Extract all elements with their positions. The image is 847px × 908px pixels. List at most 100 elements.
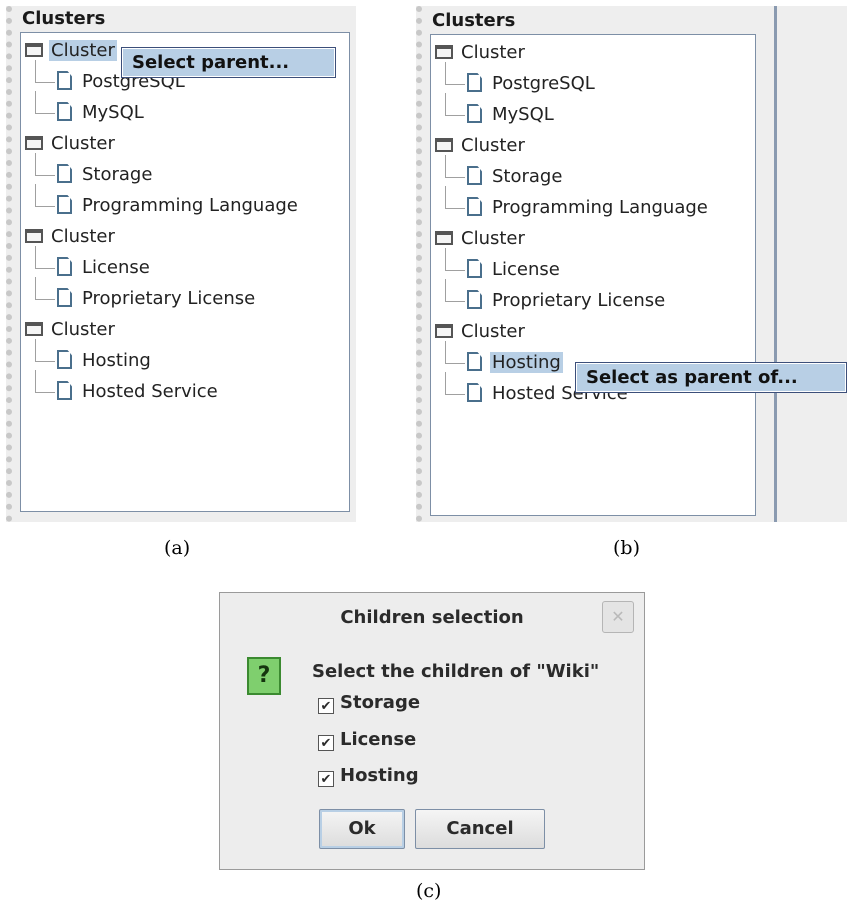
tree-node-label: Cluster: [461, 321, 525, 342]
document-icon: [467, 197, 482, 216]
checkbox-storage[interactable]: ✔ Storage: [318, 692, 420, 714]
cluster-tree-b[interactable]: Cluster PostgreSQL MySQL Cluster Storage Prog…: [430, 34, 756, 516]
tree-connector: [445, 248, 446, 270]
tree-connector: [35, 60, 36, 82]
tree-connector: [35, 206, 55, 207]
ok-button[interactable]: Ok: [319, 809, 405, 849]
folder-icon: [435, 324, 453, 338]
checkbox-license[interactable]: ✔ License: [318, 729, 416, 751]
document-icon: [467, 166, 482, 185]
tree-node-label: Storage: [82, 164, 153, 185]
tree-connector: [35, 113, 55, 114]
select-as-parent-menu-item[interactable]: Select as parent of...: [575, 362, 847, 393]
close-icon[interactable]: ✕: [602, 601, 634, 633]
checkmark-icon: ✔: [318, 698, 334, 714]
tree-node-label: Cluster: [49, 40, 117, 61]
tree-leaf-node[interactable]: MySQL: [57, 99, 146, 127]
cancel-button[interactable]: Cancel: [415, 809, 545, 849]
folder-icon: [25, 136, 43, 150]
tree-node-label: Programming Language: [492, 197, 708, 218]
tree-connector: [35, 184, 36, 206]
tree-leaf-node[interactable]: Programming Language: [57, 192, 300, 220]
tree-node-label: Cluster: [51, 319, 115, 340]
tree-cluster-node[interactable]: Cluster: [25, 130, 117, 158]
folder-icon: [435, 45, 453, 59]
tree-connector: [35, 361, 55, 362]
tree-cluster-node[interactable]: Cluster: [435, 225, 527, 253]
folder-icon: [25, 43, 43, 57]
tree-connector: [35, 175, 55, 176]
tree-cluster-node[interactable]: Cluster: [25, 316, 117, 344]
tree-node-label: MySQL: [492, 104, 554, 125]
tree-leaf-node[interactable]: Hosted Service: [57, 378, 220, 406]
tree-connector: [445, 186, 446, 208]
tree-leaf-node[interactable]: Proprietary License: [57, 285, 257, 313]
folder-icon: [435, 231, 453, 245]
tree-leaf-node[interactable]: License: [57, 254, 152, 282]
tree-connector: [35, 82, 55, 83]
dialog-title: Children selection: [340, 607, 524, 628]
tree-cluster-node[interactable]: Cluster: [435, 39, 527, 67]
tree-cluster-node[interactable]: Cluster: [25, 223, 117, 251]
document-icon: [57, 381, 72, 400]
tree-node-label: Programming Language: [82, 195, 298, 216]
tree-leaf-node[interactable]: Hosting: [57, 347, 153, 375]
select-parent-menu-item[interactable]: Select parent...: [121, 47, 336, 78]
children-selection-dialog: Children selection ✕ ? Select the childr…: [219, 592, 645, 870]
tree-leaf-node[interactable]: Programming Language: [467, 194, 710, 222]
tree-connector: [445, 279, 446, 301]
tree-connector: [445, 363, 465, 364]
dialog-message: Select the children of "Wiki": [312, 661, 600, 682]
tree-connector: [35, 153, 36, 175]
tree-connector: [445, 301, 465, 302]
checkbox-hosting[interactable]: ✔ Hosting: [318, 765, 419, 787]
tree-connector: [35, 246, 36, 268]
question-icon: ?: [247, 657, 281, 695]
tree-node-label: Cluster: [51, 133, 115, 154]
document-icon: [467, 383, 482, 402]
tree-leaf-node[interactable]: PostgreSQL: [467, 70, 597, 98]
tree-leaf-node[interactable]: License: [467, 256, 562, 284]
tree-connector: [445, 372, 446, 394]
document-icon: [57, 164, 72, 183]
tree-connector: [445, 177, 465, 178]
document-icon: [467, 290, 482, 309]
checkbox-label: Storage: [340, 692, 421, 713]
tree-connector: [35, 277, 36, 299]
tree-connector: [35, 91, 36, 113]
tree-node-label: Cluster: [461, 228, 525, 249]
tree-leaf-node[interactable]: Storage: [467, 163, 564, 191]
tree-connector: [35, 392, 55, 393]
cluster-panel-b: Clusters Cluster PostgreSQL MySQL Cluster St…: [416, 6, 776, 522]
tree-cluster-node[interactable]: Cluster: [25, 37, 117, 65]
folder-icon: [25, 229, 43, 243]
tree-connector: [445, 84, 465, 85]
tree-leaf-node[interactable]: Proprietary License: [467, 287, 667, 315]
caption-c: (c): [416, 880, 442, 902]
tree-connector: [445, 208, 465, 209]
tree-node-label: Cluster: [461, 42, 525, 63]
checkmark-icon: ✔: [318, 771, 334, 787]
tree-node-label: Cluster: [51, 226, 115, 247]
checkmark-icon: ✔: [318, 735, 334, 751]
tree-connector: [445, 93, 446, 115]
tree-cluster-node[interactable]: Cluster: [435, 132, 527, 160]
tree-leaf-node[interactable]: Hosting: [467, 349, 563, 377]
caption-a: (a): [164, 537, 191, 559]
panel-title: Clusters: [432, 10, 516, 31]
cluster-tree-a[interactable]: Cluster PostgreSQL MySQL Cluster Storage Prog…: [20, 32, 350, 512]
tree-connector: [445, 394, 465, 395]
tree-leaf-node[interactable]: MySQL: [467, 101, 556, 129]
tree-connector: [35, 339, 36, 361]
document-icon: [467, 104, 482, 123]
tree-connector: [445, 341, 446, 363]
document-icon: [57, 350, 72, 369]
tree-node-label: Hosting: [490, 352, 563, 373]
document-icon: [57, 288, 72, 307]
checkbox-label: License: [340, 729, 417, 750]
tree-leaf-node[interactable]: Storage: [57, 161, 154, 189]
tree-node-label: Cluster: [461, 135, 525, 156]
tree-cluster-node[interactable]: Cluster: [435, 318, 527, 346]
cluster-panel-a: Clusters Cluster PostgreSQL MySQL Cluster St…: [6, 6, 356, 522]
tree-node-label: License: [492, 259, 560, 280]
